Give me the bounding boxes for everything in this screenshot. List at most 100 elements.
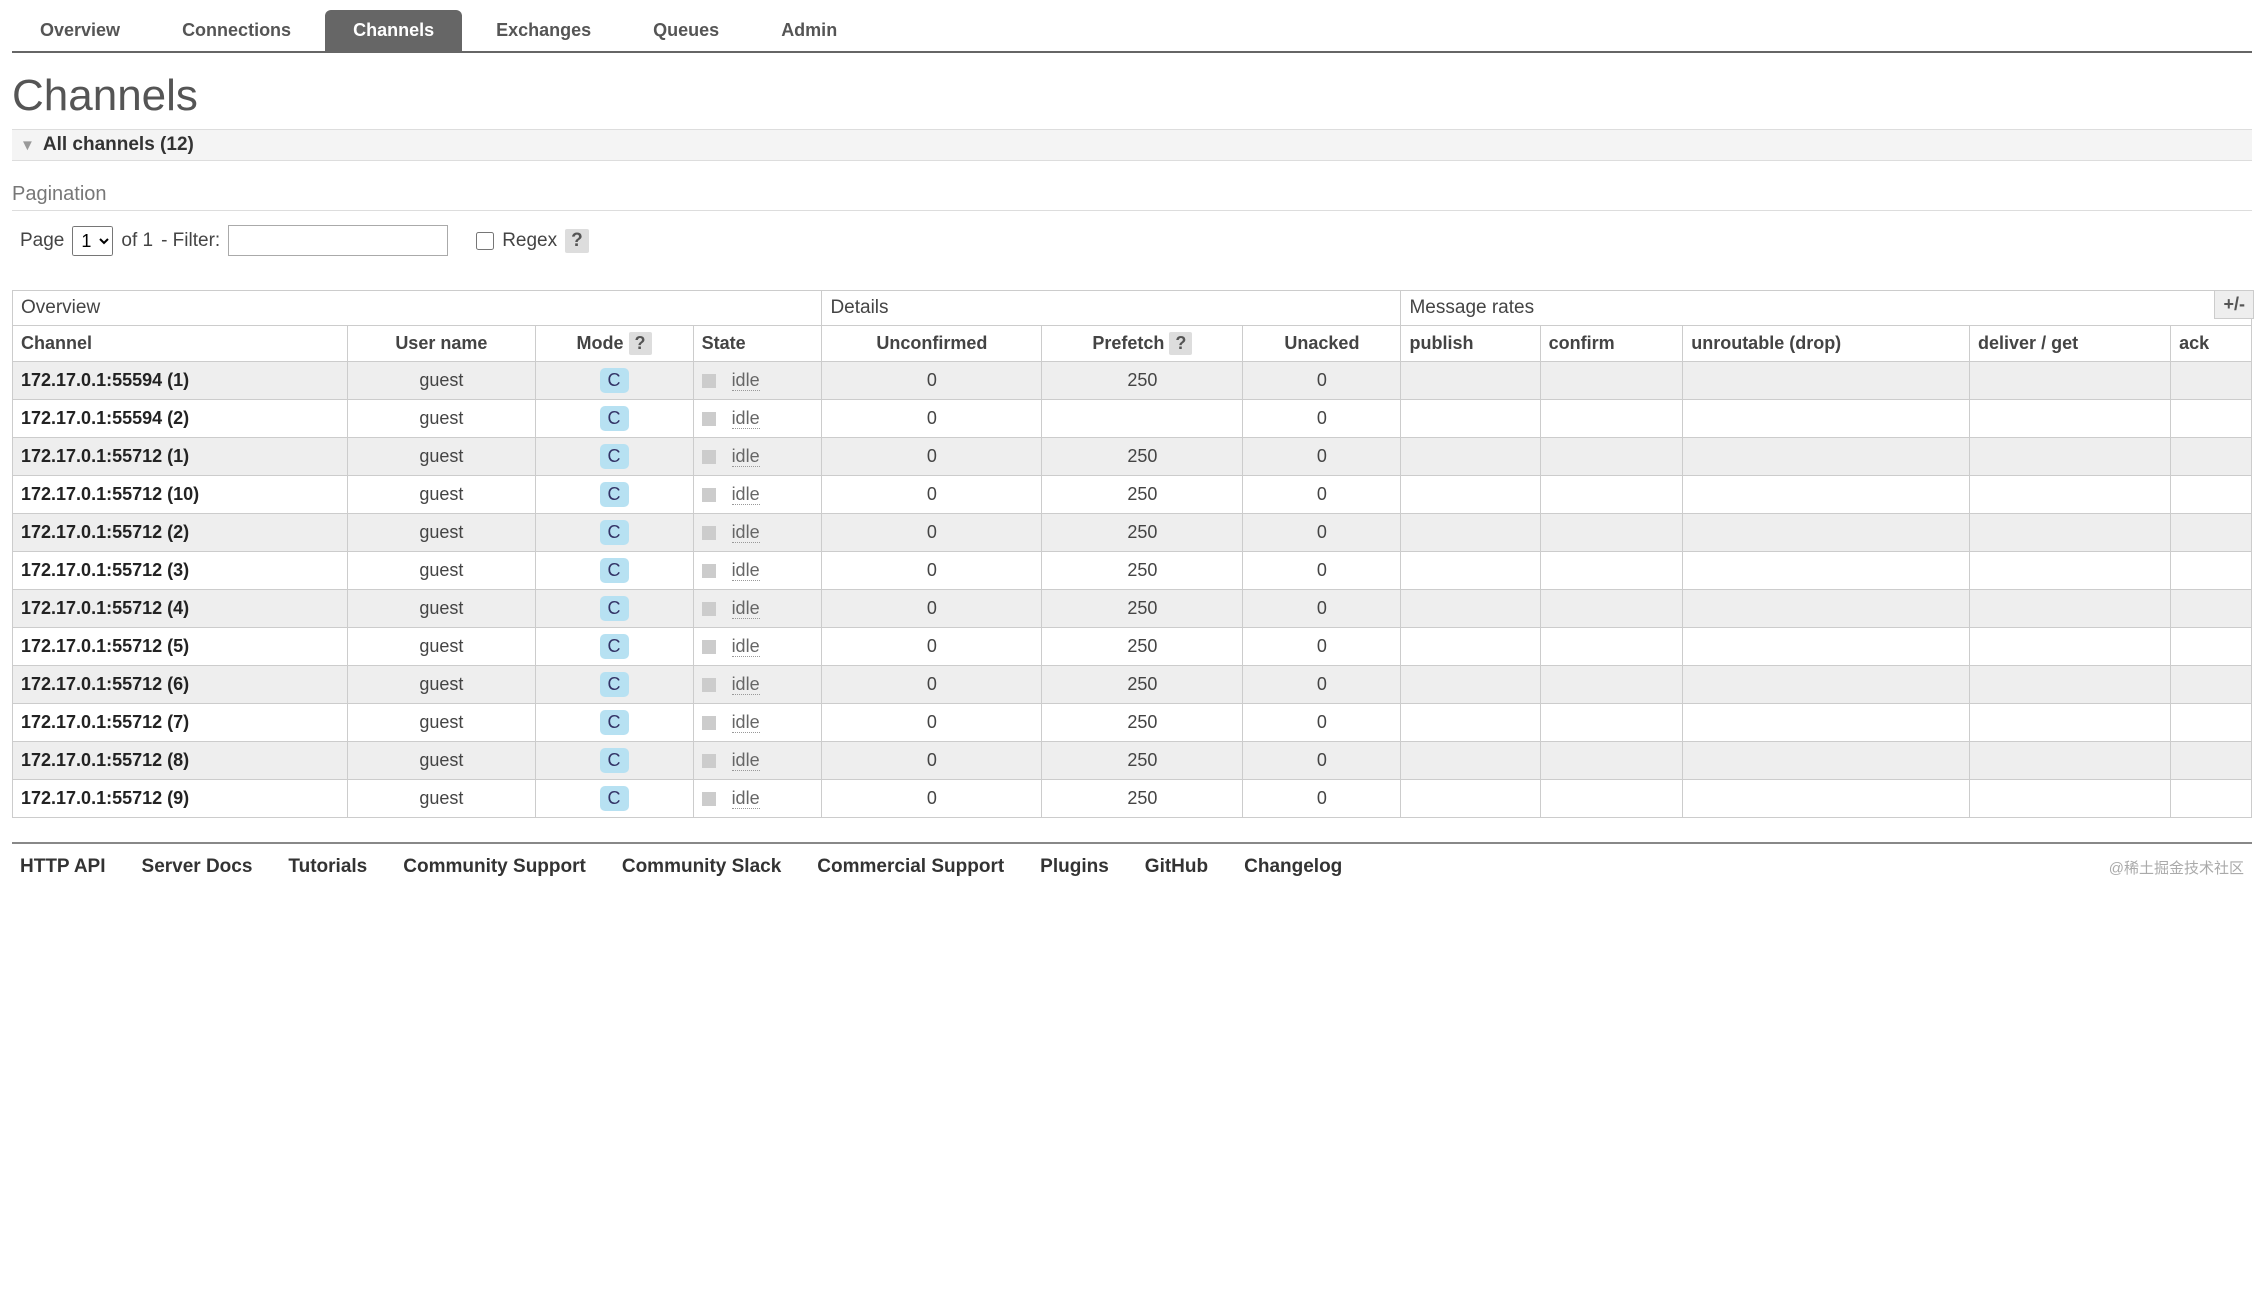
tab-channels[interactable]: Channels xyxy=(325,10,462,51)
page-select[interactable]: 1 xyxy=(72,226,113,256)
col-publish[interactable]: publish xyxy=(1401,326,1540,362)
filter-label: - Filter: xyxy=(161,230,220,252)
channel-link[interactable]: 172.17.0.1:55712 (8) xyxy=(21,750,189,770)
cell-unconfirmed: 0 xyxy=(822,780,1042,818)
cell-confirm xyxy=(1540,400,1683,438)
channel-link[interactable]: 172.17.0.1:55712 (9) xyxy=(21,788,189,808)
state-indicator-icon xyxy=(702,602,716,616)
col-deliver[interactable]: deliver / get xyxy=(1970,326,2171,362)
state-text: idle xyxy=(732,636,760,657)
channel-link[interactable]: 172.17.0.1:55594 (2) xyxy=(21,408,189,428)
col-user[interactable]: User name xyxy=(348,326,535,362)
col-mode-label: Mode xyxy=(577,333,624,353)
cell-publish xyxy=(1401,362,1540,400)
col-unacked[interactable]: Unacked xyxy=(1243,326,1401,362)
cell-state: idle xyxy=(693,514,822,552)
cell-unroutable xyxy=(1683,590,1970,628)
cell-deliver xyxy=(1970,666,2171,704)
page-of-label: of 1 xyxy=(121,230,153,252)
section-all-channels[interactable]: ▼ All channels (12) xyxy=(12,129,2252,161)
cell-unacked: 0 xyxy=(1243,476,1401,514)
regex-help-button[interactable]: ? xyxy=(565,229,589,253)
mode-badge: C xyxy=(600,406,629,431)
cell-mode: C xyxy=(535,590,693,628)
footer-link-changelog[interactable]: Changelog xyxy=(1244,856,1342,878)
cell-prefetch: 250 xyxy=(1042,628,1243,666)
regex-label: Regex xyxy=(502,230,557,252)
tab-connections[interactable]: Connections xyxy=(154,10,319,51)
columns-toggle-button[interactable]: +/- xyxy=(2214,290,2254,319)
col-unconfirmed[interactable]: Unconfirmed xyxy=(822,326,1042,362)
footer-link-tutorials[interactable]: Tutorials xyxy=(288,856,367,878)
col-prefetch[interactable]: Prefetch ? xyxy=(1042,326,1243,362)
channel-link[interactable]: 172.17.0.1:55712 (3) xyxy=(21,560,189,580)
footer-link-http-api[interactable]: HTTP API xyxy=(20,856,106,878)
cell-ack xyxy=(2171,438,2252,476)
col-channel[interactable]: Channel xyxy=(13,326,348,362)
cell-confirm xyxy=(1540,666,1683,704)
cell-confirm xyxy=(1540,780,1683,818)
col-ack[interactable]: ack xyxy=(2171,326,2252,362)
col-unroutable[interactable]: unroutable (drop) xyxy=(1683,326,1970,362)
tab-exchanges[interactable]: Exchanges xyxy=(468,10,619,51)
channel-link[interactable]: 172.17.0.1:55712 (6) xyxy=(21,674,189,694)
cell-user: guest xyxy=(348,438,535,476)
tab-overview[interactable]: Overview xyxy=(12,10,148,51)
channel-link[interactable]: 172.17.0.1:55712 (5) xyxy=(21,636,189,656)
cell-publish xyxy=(1401,552,1540,590)
cell-unconfirmed: 0 xyxy=(822,400,1042,438)
channel-link[interactable]: 172.17.0.1:55712 (7) xyxy=(21,712,189,732)
channel-link[interactable]: 172.17.0.1:55712 (4) xyxy=(21,598,189,618)
cell-mode: C xyxy=(535,552,693,590)
cell-unconfirmed: 0 xyxy=(822,628,1042,666)
state-indicator-icon xyxy=(702,640,716,654)
cell-state: idle xyxy=(693,742,822,780)
cell-confirm xyxy=(1540,704,1683,742)
channel-link[interactable]: 172.17.0.1:55712 (10) xyxy=(21,484,199,504)
cell-prefetch: 250 xyxy=(1042,590,1243,628)
tab-admin[interactable]: Admin xyxy=(753,10,865,51)
col-confirm[interactable]: confirm xyxy=(1540,326,1683,362)
footer-link-server-docs[interactable]: Server Docs xyxy=(142,856,253,878)
cell-unconfirmed: 0 xyxy=(822,590,1042,628)
cell-unroutable xyxy=(1683,704,1970,742)
state-text: idle xyxy=(732,522,760,543)
mode-help-button[interactable]: ? xyxy=(629,332,652,355)
state-indicator-icon xyxy=(702,450,716,464)
cell-user: guest xyxy=(348,780,535,818)
col-prefetch-label: Prefetch xyxy=(1092,333,1164,353)
cell-publish xyxy=(1401,438,1540,476)
state-text: idle xyxy=(732,750,760,771)
cell-unacked: 0 xyxy=(1243,628,1401,666)
cell-state: idle xyxy=(693,666,822,704)
cell-ack xyxy=(2171,704,2252,742)
cell-deliver xyxy=(1970,362,2171,400)
footer-link-community-support[interactable]: Community Support xyxy=(403,856,586,878)
state-indicator-icon xyxy=(702,564,716,578)
channel-link[interactable]: 172.17.0.1:55712 (2) xyxy=(21,522,189,542)
regex-checkbox[interactable] xyxy=(476,232,494,250)
col-state[interactable]: State xyxy=(693,326,822,362)
channel-link[interactable]: 172.17.0.1:55594 (1) xyxy=(21,370,189,390)
state-text: idle xyxy=(732,598,760,619)
cell-unacked: 0 xyxy=(1243,552,1401,590)
cell-ack xyxy=(2171,552,2252,590)
cell-publish xyxy=(1401,780,1540,818)
cell-deliver xyxy=(1970,476,2171,514)
footer-link-plugins[interactable]: Plugins xyxy=(1040,856,1109,878)
channel-link[interactable]: 172.17.0.1:55712 (1) xyxy=(21,446,189,466)
cell-mode: C xyxy=(535,666,693,704)
cell-ack xyxy=(2171,780,2252,818)
table-row: 172.17.0.1:55712 (6)guestCidle02500 xyxy=(13,666,2252,704)
col-mode[interactable]: Mode ? xyxy=(535,326,693,362)
mode-badge: C xyxy=(600,558,629,583)
cell-publish xyxy=(1401,514,1540,552)
prefetch-help-button[interactable]: ? xyxy=(1169,332,1192,355)
cell-prefetch: 250 xyxy=(1042,514,1243,552)
footer-link-github[interactable]: GitHub xyxy=(1145,856,1208,878)
footer-link-commercial-support[interactable]: Commercial Support xyxy=(817,856,1004,878)
filter-input[interactable] xyxy=(228,225,448,256)
cell-user: guest xyxy=(348,476,535,514)
footer-link-community-slack[interactable]: Community Slack xyxy=(622,856,781,878)
tab-queues[interactable]: Queues xyxy=(625,10,747,51)
